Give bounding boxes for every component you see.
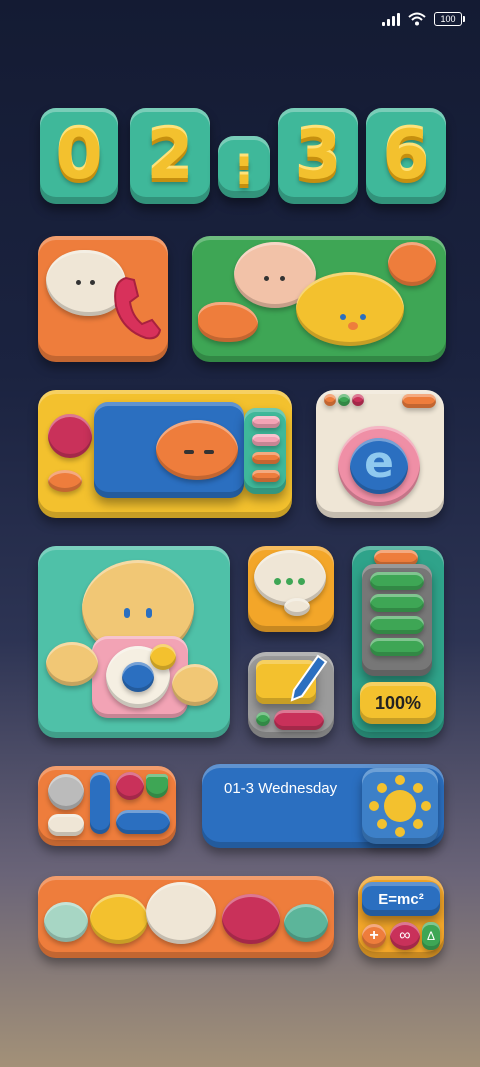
infinity-button: ∞ bbox=[390, 922, 420, 950]
orange-speech-bubble-icon bbox=[198, 302, 258, 342]
battery-level: 100 bbox=[440, 14, 456, 24]
battery-icon: 100 bbox=[434, 12, 465, 26]
calculator-display: E=mc² bbox=[362, 882, 440, 916]
date-text: 01-3 Wednesday bbox=[224, 780, 338, 797]
camera-character-hand-2 bbox=[172, 664, 218, 706]
pen-icon bbox=[288, 654, 328, 709]
orange-button bbox=[48, 470, 82, 492]
battery-widget[interactable]: 100% bbox=[352, 546, 444, 738]
clock-hour-ones-tile[interactable]: 2 bbox=[130, 108, 210, 204]
camera-character-hand bbox=[46, 642, 98, 686]
cream-character bbox=[146, 882, 216, 944]
clock-hour-ones: 2 bbox=[146, 116, 194, 195]
browser-ring: e bbox=[338, 426, 420, 506]
orange-speech-bubble-icon-2 bbox=[388, 242, 436, 286]
battery-percent-label: 100% bbox=[360, 682, 436, 724]
clock-minute-tens: 3 bbox=[294, 116, 342, 195]
notes-widget[interactable] bbox=[248, 652, 334, 738]
phone-widget[interactable] bbox=[38, 236, 168, 362]
clock-minute-tens-tile[interactable]: 3 bbox=[278, 108, 358, 204]
yellow-character bbox=[90, 894, 148, 944]
delta-button: Δ bbox=[422, 922, 440, 950]
clock-hour-tens-tile[interactable]: 0 bbox=[40, 108, 118, 204]
battery-cells bbox=[362, 564, 432, 676]
chat-bubble-icon bbox=[254, 550, 326, 606]
clock-minute-ones-tile[interactable]: 6 bbox=[366, 108, 446, 204]
video-screen bbox=[94, 402, 244, 498]
wifi-icon bbox=[408, 12, 426, 26]
browser-e-icon: e bbox=[364, 437, 394, 488]
teal-character bbox=[284, 904, 328, 942]
clock-separator: : bbox=[234, 138, 254, 196]
signal-bars-icon bbox=[382, 12, 400, 26]
weather-tile bbox=[362, 768, 438, 844]
battery-percent-text: 100% bbox=[374, 692, 422, 713]
yellow-cloud-character bbox=[296, 272, 404, 346]
mint-character bbox=[44, 902, 88, 942]
chat-widget[interactable] bbox=[248, 546, 334, 632]
status-bar: 100 bbox=[382, 12, 465, 26]
clock-minute-ones: 6 bbox=[382, 116, 430, 195]
clock-dial-icon bbox=[48, 774, 84, 810]
clock-hour-tens: 0 bbox=[55, 116, 103, 195]
orange-cloud-character bbox=[156, 420, 238, 480]
record-knob-icon bbox=[48, 414, 92, 458]
camera-flash-icon bbox=[150, 644, 176, 670]
plus-button: + bbox=[362, 924, 386, 948]
tools-widget[interactable] bbox=[38, 766, 176, 846]
control-strip bbox=[244, 408, 286, 494]
messages-widget[interactable] bbox=[192, 236, 446, 362]
video-widget[interactable] bbox=[38, 390, 292, 518]
camera-widget[interactable] bbox=[38, 546, 230, 738]
flower-character bbox=[222, 894, 280, 944]
browser-widget[interactable]: e bbox=[316, 390, 444, 518]
characters-widget[interactable] bbox=[38, 876, 334, 958]
sun-icon bbox=[366, 772, 434, 845]
phone-handset-icon bbox=[108, 272, 166, 349]
formula-text: E=mc² bbox=[378, 890, 424, 908]
date-weather-widget[interactable]: 01-3 Wednesday bbox=[202, 764, 444, 848]
clock-separator-tile: : bbox=[218, 136, 270, 198]
calculator-widget[interactable]: E=mc² + ∞ Δ bbox=[358, 876, 444, 958]
